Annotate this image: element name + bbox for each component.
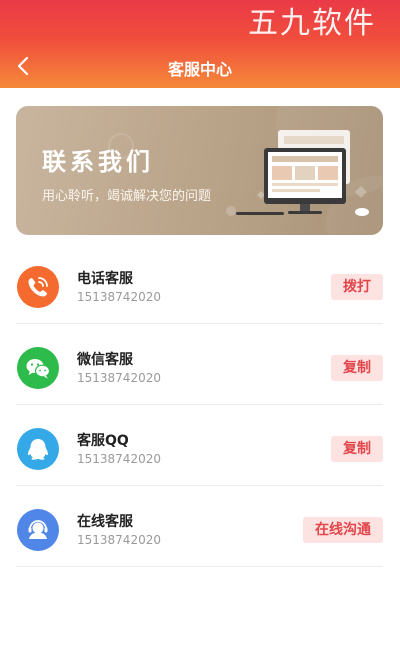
computer-illustration-icon <box>236 130 369 216</box>
contact-number: 15138742020 <box>77 290 161 304</box>
wechat-icon <box>17 347 59 389</box>
contact-item-online: 在线客服 15138742020 在线沟通 <box>16 486 383 567</box>
contact-name: 微信客服 <box>77 352 133 368</box>
contact-name: 在线客服 <box>77 514 133 530</box>
contact-list: 电话客服 15138742020 拨打 微信客服 15138742020 复制 <box>16 243 383 567</box>
watermark-text: 五九软件 <box>248 6 376 41</box>
contact-item-qq: 客服QQ 15138742020 复制 <box>16 405 383 486</box>
contact-name: 客服QQ <box>77 433 129 449</box>
contact-name: 电话客服 <box>77 271 133 287</box>
call-button[interactable]: 拨打 <box>331 274 383 300</box>
copy-qq-button[interactable]: 复制 <box>331 436 383 462</box>
headset-icon <box>17 509 59 551</box>
qq-icon <box>17 428 59 470</box>
contact-number: 15138742020 <box>77 533 161 547</box>
phone-icon <box>17 266 59 308</box>
banner-title: 联系我们 <box>42 148 154 176</box>
contact-item-phone: 电话客服 15138742020 拨打 <box>16 243 383 324</box>
contact-number: 15138742020 <box>77 452 161 466</box>
contact-item-wechat: 微信客服 15138742020 复制 <box>16 324 383 405</box>
copy-wechat-button[interactable]: 复制 <box>331 355 383 381</box>
contact-number: 15138742020 <box>77 371 161 385</box>
app-header: 五九软件 客服中心 <box>0 0 400 88</box>
page-title: 客服中心 <box>167 60 232 79</box>
online-chat-button[interactable]: 在线沟通 <box>303 517 383 543</box>
banner-subtitle: 用心聆听，竭诚解决您的问题 <box>42 189 212 204</box>
contact-us-banner: 联系我们 用心聆听，竭诚解决您的问题 <box>16 106 383 235</box>
